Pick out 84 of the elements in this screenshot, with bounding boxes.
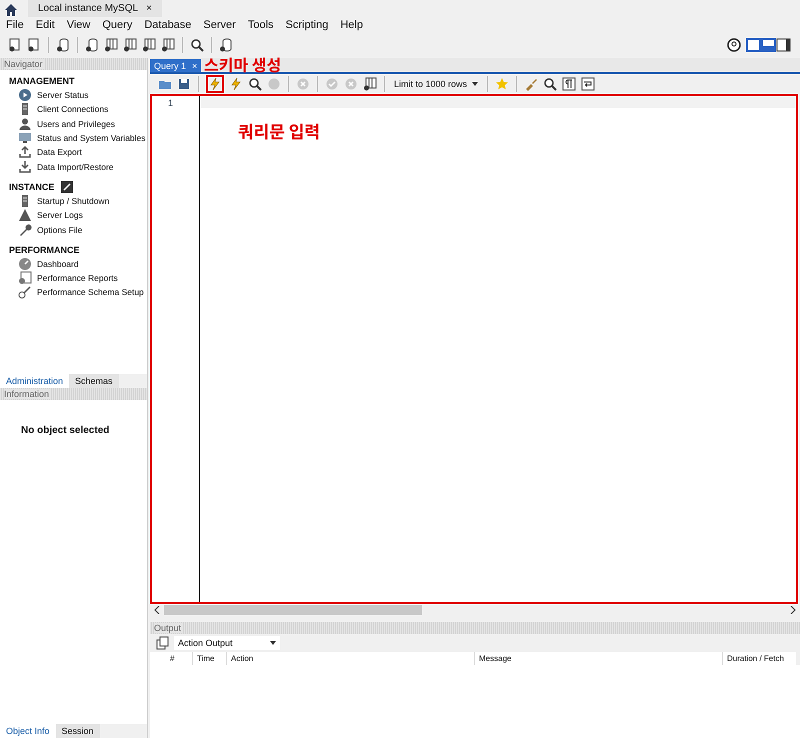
app-tab[interactable]: Local instance MySQL × [28, 0, 162, 17]
database-info-icon[interactable] [56, 38, 70, 52]
copy-icon[interactable] [156, 636, 170, 650]
sidebar-tab[interactable]: Schemas [69, 374, 119, 388]
wrap-icon[interactable] [581, 77, 595, 91]
nav-item[interactable]: Server Status [37, 90, 88, 100]
limit-dropdown[interactable]: Limit to 1000 rows [392, 76, 480, 92]
nav-item[interactable]: Performance Reports [37, 273, 118, 284]
menu-item[interactable]: Server [203, 18, 236, 30]
monitor-icon [18, 131, 32, 146]
nav-item[interactable]: Data Import/Restore [37, 162, 114, 172]
scroll-left-icon[interactable] [154, 606, 160, 614]
layout-toggle-icon[interactable] [746, 38, 792, 52]
view-plus-icon[interactable] [123, 38, 137, 52]
close-icon[interactable]: × [146, 3, 152, 14]
query-tab[interactable]: Query 1 × [150, 59, 202, 72]
sidebar-tab[interactable]: Object Info [0, 724, 56, 738]
gauge-icon [18, 256, 32, 271]
home-icon[interactable] [4, 3, 18, 17]
lightning-icon[interactable] [229, 77, 243, 91]
sidebar-tab[interactable]: Administration [0, 374, 70, 388]
check-icon[interactable] [325, 77, 339, 91]
menu-item[interactable]: File [6, 18, 24, 30]
lightning-icon [208, 77, 222, 91]
nav-item[interactable]: Client Connections [37, 104, 108, 114]
broom-icon[interactable] [524, 77, 538, 91]
warning-icon [18, 208, 32, 222]
database-plus-icon[interactable] [85, 38, 99, 52]
annotation-text: 쿼리문 입력 [238, 118, 320, 143]
sql-file-icon[interactable] [8, 38, 22, 52]
column-header: # [169, 653, 176, 665]
autocommit-icon[interactable] [363, 77, 377, 91]
function-plus-icon[interactable] [161, 38, 175, 52]
nav-item[interactable]: Server Logs [37, 210, 83, 220]
table-plus-icon[interactable] [104, 38, 118, 52]
close-icon[interactable]: × [192, 60, 198, 70]
section-title: MANAGEMENT [9, 76, 74, 86]
search-icon[interactable] [190, 38, 204, 52]
instance-icon [60, 180, 74, 194]
menu-item[interactable]: Query [102, 18, 132, 30]
save-icon[interactable] [177, 77, 191, 91]
play-icon [18, 88, 32, 102]
star-icon[interactable] [495, 77, 509, 91]
annotation-text: 스키마 생성 [204, 52, 282, 76]
pane-title: Navigator [4, 59, 45, 69]
section-title: PERFORMANCE [9, 244, 80, 255]
caret-icon [472, 82, 478, 86]
nav-item[interactable]: Users and Privileges [37, 118, 115, 129]
menu-item[interactable]: View [66, 18, 90, 30]
download-icon [18, 160, 32, 174]
output-selector[interactable]: Action Output [174, 636, 280, 650]
menu-item[interactable]: Help [340, 18, 363, 30]
scroll-right-icon[interactable] [790, 606, 796, 614]
nav-item[interactable]: Data Export [37, 147, 82, 158]
execute-button[interactable] [206, 75, 224, 93]
sql-file-icon[interactable] [27, 38, 41, 52]
scrollbar-thumb[interactable] [164, 605, 422, 615]
nav-item[interactable]: Options File [37, 224, 82, 235]
pilcrow-icon[interactable] [562, 77, 576, 91]
search-icon[interactable] [543, 77, 557, 91]
section-title: INSTANCE [9, 182, 54, 192]
pane-title: Output [154, 623, 184, 633]
toggle-icon[interactable] [296, 77, 310, 91]
line-number: 1 [166, 98, 173, 108]
search-icon[interactable] [248, 77, 262, 91]
nav-item[interactable]: Dashboard [37, 258, 79, 269]
upload-icon [18, 145, 32, 160]
menu-item[interactable]: Edit [36, 18, 55, 30]
info-message: No object selected [21, 425, 110, 436]
menu-item[interactable]: Database [144, 18, 192, 30]
menu-item[interactable]: Scripting [286, 18, 328, 30]
user-icon [18, 116, 32, 131]
nav-item[interactable]: Startup / Shutdown [37, 196, 110, 206]
nav-item[interactable]: Performance Schema Setup [37, 287, 144, 298]
pane-title: Information [4, 389, 52, 399]
report-icon [18, 271, 32, 286]
reconnect-icon[interactable] [219, 38, 233, 52]
tab-label: Local instance MySQL [38, 3, 138, 14]
account-icon[interactable] [727, 38, 741, 52]
procedure-plus-icon[interactable] [142, 38, 156, 52]
menu-item[interactable]: Tools [248, 18, 274, 30]
caret-icon [270, 641, 276, 645]
sidebar-tab[interactable]: Session [56, 724, 100, 738]
nav-item[interactable]: Status and System Variables [37, 133, 146, 144]
